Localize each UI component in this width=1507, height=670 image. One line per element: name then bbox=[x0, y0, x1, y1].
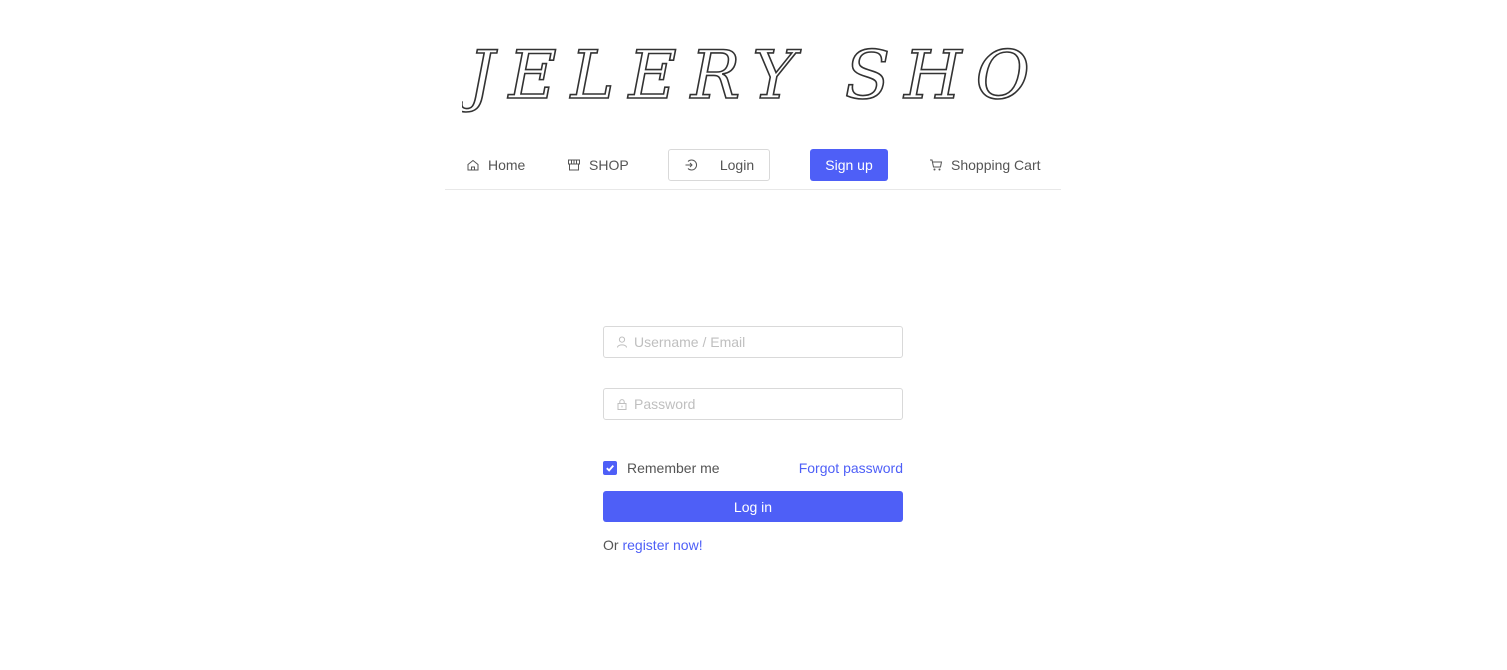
nav-shop-label: SHOP bbox=[589, 157, 629, 173]
nav-home-label: Home bbox=[488, 157, 526, 173]
options-row: Remember me Forgot password bbox=[603, 458, 903, 478]
login-submit-label: Log in bbox=[733, 498, 773, 515]
top-nav: Home SHOP Login Sign up Shopping Cart bbox=[445, 140, 1061, 190]
remember-label: Remember me bbox=[627, 460, 720, 476]
username-field[interactable] bbox=[603, 326, 903, 358]
user-icon bbox=[616, 336, 628, 348]
register-prefix: Or bbox=[603, 537, 623, 553]
home-icon bbox=[466, 158, 480, 172]
remember-checkbox[interactable] bbox=[603, 461, 617, 475]
nav-login-label: Login bbox=[719, 157, 755, 173]
nav-signup-button[interactable]: Sign up bbox=[810, 149, 888, 181]
brand-logo[interactable]: JELERY SHOP bbox=[462, 28, 1032, 118]
brand-logo-text: JELERY SHOP bbox=[462, 37, 1032, 114]
cart-icon bbox=[929, 158, 943, 172]
shop-icon bbox=[567, 158, 581, 172]
nav-home[interactable]: Home bbox=[466, 149, 525, 181]
forgot-password-link[interactable]: Forgot password bbox=[799, 460, 903, 476]
password-input[interactable] bbox=[634, 396, 884, 412]
nav-shop[interactable]: SHOP bbox=[567, 149, 629, 181]
nav-signup-label: Sign up bbox=[825, 157, 873, 173]
password-field[interactable] bbox=[603, 388, 903, 420]
nav-login-button[interactable]: Login bbox=[668, 149, 770, 181]
register-row: Or register now! bbox=[603, 537, 703, 553]
remember-me[interactable]: Remember me bbox=[603, 460, 720, 476]
check-icon bbox=[606, 465, 614, 472]
register-link[interactable]: register now! bbox=[622, 537, 702, 553]
lock-icon bbox=[616, 398, 628, 410]
login-submit-button[interactable]: Log in bbox=[603, 491, 903, 522]
page: JELERY SHOP Home SHOP Login Sign up bbox=[0, 0, 1507, 670]
username-input[interactable] bbox=[634, 334, 884, 350]
nav-cart-label: Shopping Cart bbox=[951, 157, 1041, 173]
nav-shopping-cart[interactable]: Shopping Cart bbox=[929, 149, 1041, 181]
login-icon bbox=[684, 158, 698, 172]
